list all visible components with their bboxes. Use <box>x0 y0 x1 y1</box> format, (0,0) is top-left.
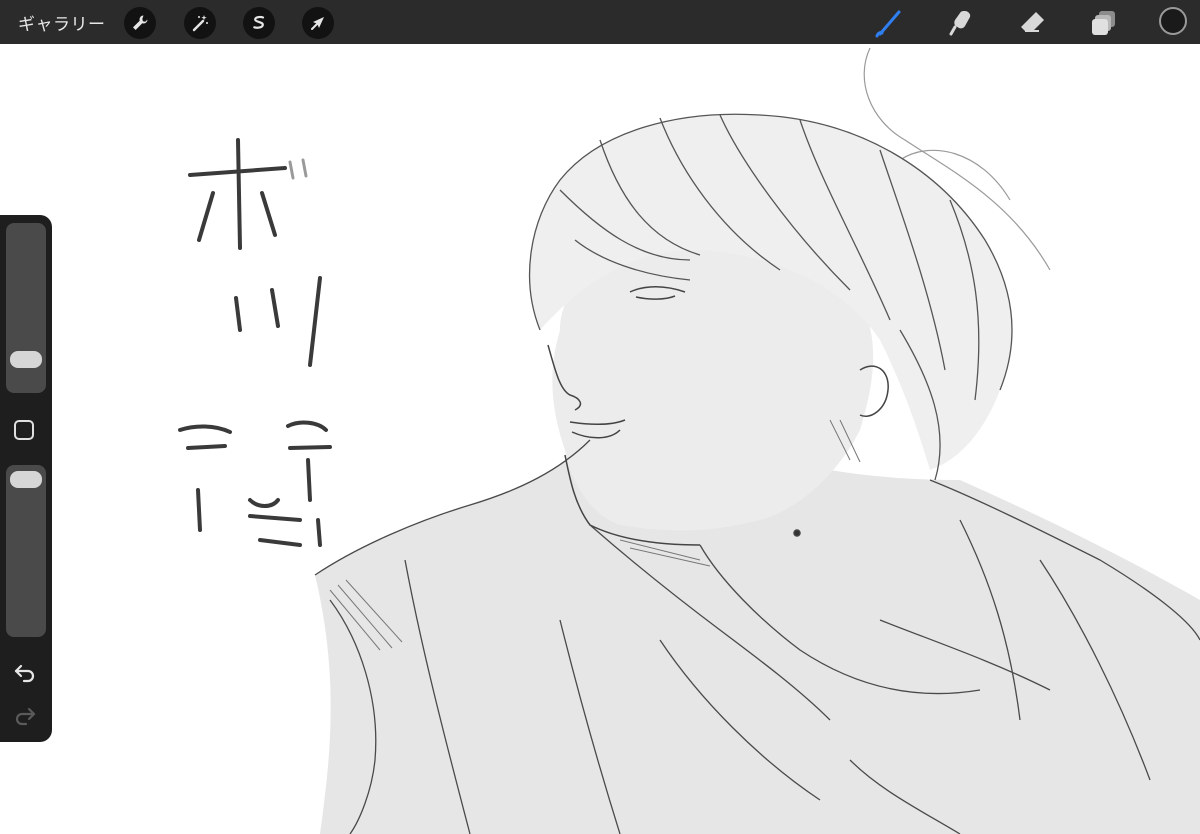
opacity-slider[interactable] <box>6 465 46 637</box>
undo-icon <box>14 664 35 683</box>
selection-button[interactable] <box>243 7 275 39</box>
smudge-button[interactable] <box>944 6 978 40</box>
transform-button[interactable] <box>302 7 334 39</box>
color-picker-button[interactable] <box>1159 7 1187 35</box>
drawing-canvas[interactable] <box>0 44 1200 834</box>
redo-icon <box>15 707 36 726</box>
adjustments-button[interactable] <box>184 7 216 39</box>
brush-size-slider[interactable] <box>6 223 46 393</box>
gallery-button[interactable]: ギャラリー <box>18 10 106 35</box>
redo-button[interactable] <box>12 704 38 728</box>
opacity-thumb[interactable] <box>10 471 42 488</box>
top-toolbar: ギャラリー <box>0 0 1200 44</box>
brush-button[interactable] <box>872 6 906 40</box>
smudge-icon <box>949 11 971 36</box>
sidebar <box>0 215 52 742</box>
selection-icon <box>253 15 265 29</box>
layers-icon <box>1092 11 1115 35</box>
wrench-icon <box>133 15 148 30</box>
undo-button[interactable] <box>12 661 38 685</box>
sketch-artwork <box>178 47 1200 834</box>
eraser-button[interactable] <box>1016 6 1050 40</box>
eraser-icon <box>1021 12 1044 32</box>
brush-icon <box>875 10 901 38</box>
modify-button[interactable] <box>14 420 34 440</box>
actions-button[interactable] <box>124 7 156 39</box>
brush-size-thumb[interactable] <box>10 351 42 368</box>
magic-wand-icon <box>192 15 208 32</box>
arrow-cursor-icon <box>311 17 324 30</box>
layers-button[interactable] <box>1087 6 1121 40</box>
